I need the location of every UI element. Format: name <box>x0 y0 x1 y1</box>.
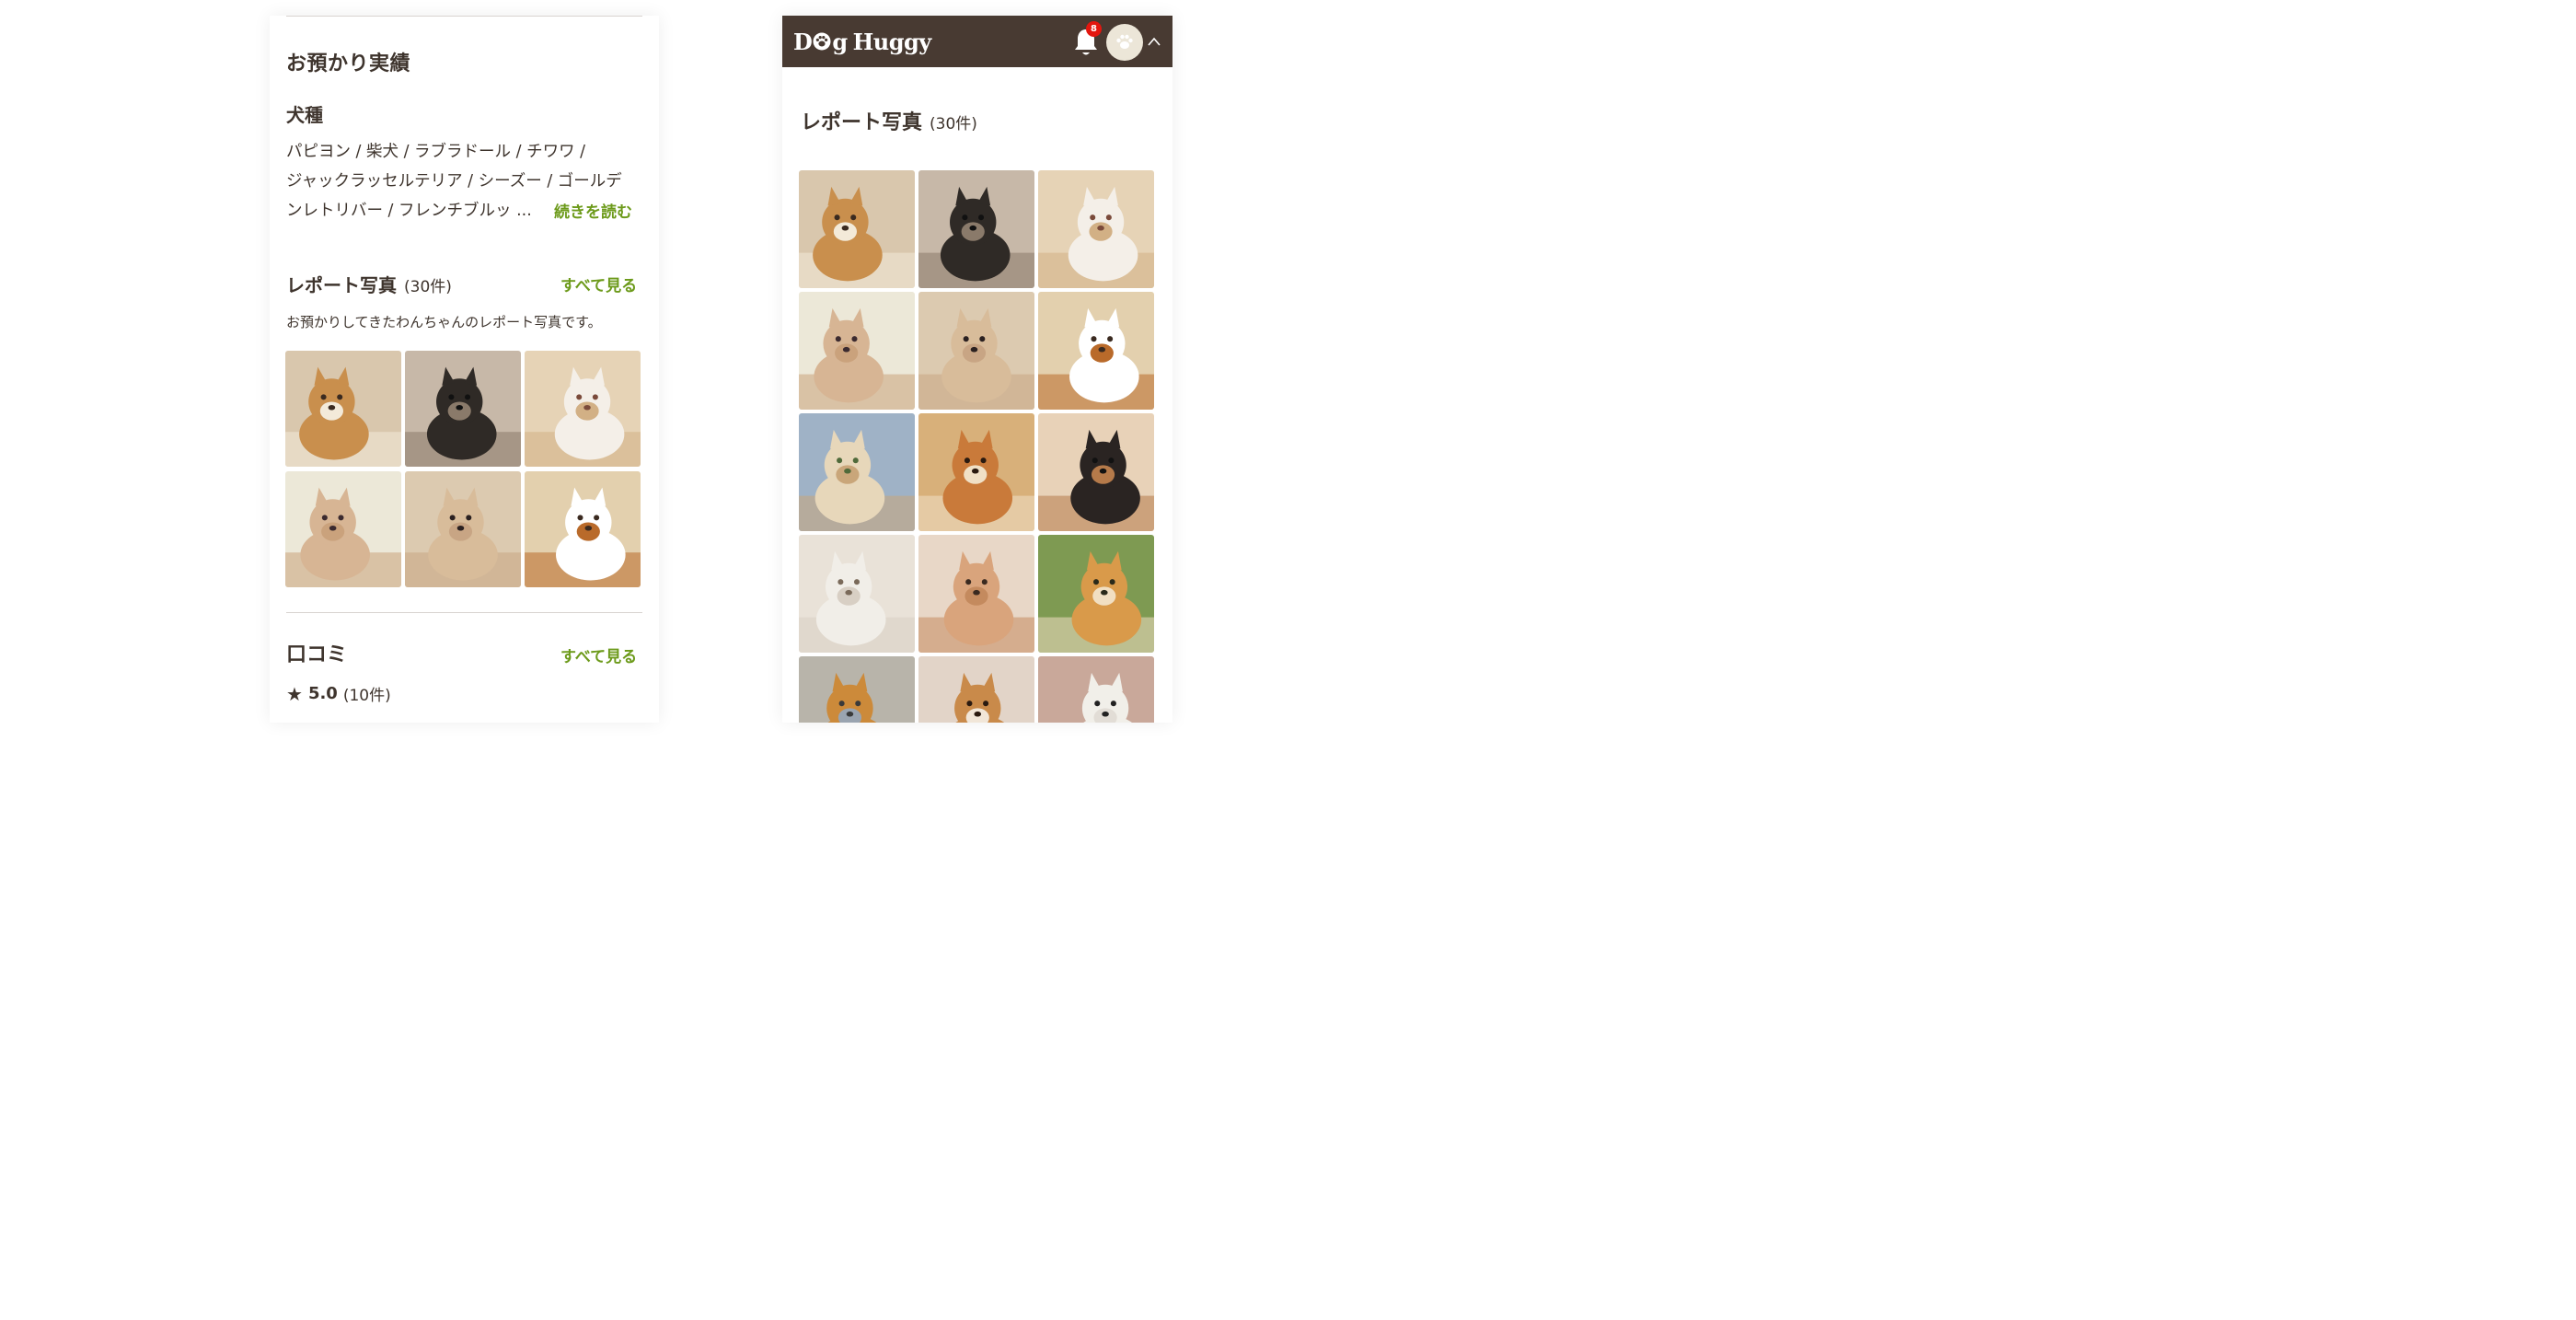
rating-count: (10件) <box>342 687 391 705</box>
divider <box>286 16 642 17</box>
report-photos-screen: D g Huggy 8 レポート写真 (30件) <box>782 16 1172 723</box>
report-photo[interactable] <box>799 656 915 723</box>
read-more-link[interactable]: 続きを読む <box>554 199 632 222</box>
rating-summary: ★ 5.0 (10件) <box>286 682 391 706</box>
photo-grid <box>799 170 1154 723</box>
app-header: D g Huggy 8 <box>782 16 1172 67</box>
report-photo[interactable] <box>1038 535 1154 653</box>
photos-count: (30件) <box>404 278 452 296</box>
report-photo[interactable] <box>918 656 1034 723</box>
star-icon: ★ <box>286 682 303 705</box>
paw-icon <box>813 32 831 51</box>
see-all-reviews-link[interactable]: すべて見る <box>560 643 637 666</box>
profile-screen: お預かり実績 犬種 パピヨン / 柴犬 / ラブラドール / チワワ / ジャッ… <box>270 16 659 723</box>
report-photo[interactable] <box>799 292 915 410</box>
photo-grid <box>285 351 641 587</box>
report-photo[interactable] <box>1038 292 1154 410</box>
report-photo[interactable] <box>525 471 641 587</box>
reviews-heading: 口コミ <box>286 643 348 666</box>
photos-description: お預かりしてきたわんちゃんのレポート写真です。 <box>286 314 602 330</box>
report-photo[interactable] <box>405 351 521 467</box>
notification-badge: 8 <box>1086 21 1102 37</box>
report-photo[interactable] <box>405 471 521 587</box>
breed-line: パピヨン / 柴犬 / ラブラドール / チワワ / <box>286 143 586 161</box>
report-photo[interactable] <box>1038 413 1154 531</box>
report-photo[interactable] <box>918 413 1034 531</box>
report-photo[interactable] <box>285 471 401 587</box>
report-photo[interactable] <box>799 413 915 531</box>
report-photo[interactable] <box>525 351 641 467</box>
logo-letter: g <box>832 28 848 55</box>
app-logo[interactable]: D g Huggy <box>793 27 931 56</box>
report-photo[interactable] <box>918 170 1034 288</box>
divider <box>286 612 642 613</box>
report-photo[interactable] <box>285 351 401 467</box>
logo-word: Huggy <box>852 28 932 55</box>
breed-line: ジャックラッセルテリア / シーズー / ゴールデ <box>286 172 622 191</box>
paw-icon <box>1116 34 1133 49</box>
rating-score: 5.0 <box>307 684 338 703</box>
report-photo[interactable] <box>799 535 915 653</box>
photos-heading-label: レポート写真 <box>286 274 397 296</box>
see-all-photos-link[interactable]: すべて見る <box>560 272 637 295</box>
page-count: (30件) <box>930 115 977 133</box>
breed-heading: 犬種 <box>286 104 323 126</box>
report-photo[interactable] <box>1038 656 1154 723</box>
page-title: レポート写真 (30件) <box>801 106 977 135</box>
section-title: お預かり実績 <box>286 52 411 75</box>
photos-heading: レポート写真 (30件) <box>286 271 452 297</box>
avatar[interactable] <box>1106 24 1143 61</box>
report-photo[interactable] <box>1038 170 1154 288</box>
page-title-label: レポート写真 <box>801 111 923 134</box>
report-photo[interactable] <box>918 292 1034 410</box>
logo-letter: D <box>793 28 813 55</box>
chevron-up-icon[interactable] <box>1147 36 1161 47</box>
report-photo[interactable] <box>918 535 1034 653</box>
report-photo[interactable] <box>799 170 915 288</box>
